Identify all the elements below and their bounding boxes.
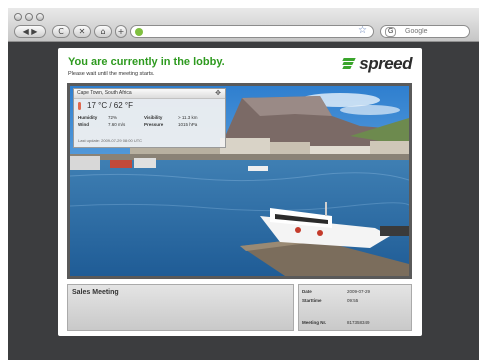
spreed-logo-text: spreed — [359, 54, 412, 73]
weather-header[interactable]: Cape Town, South Africa ✥ — [74, 89, 225, 99]
temperature-value: 17 °C / 62 °F — [87, 101, 133, 110]
weather-row: Humidity 72% Visibility > 11.3 km — [78, 114, 223, 121]
back-forward-button[interactable]: ◀ ▶ — [14, 25, 46, 38]
bookmark-star-icon[interactable]: ☆ — [358, 25, 367, 36]
wind-label: Wind — [78, 122, 89, 127]
weather-location: Cape Town, South Africa — [77, 90, 132, 96]
temperature-row: 17 °C / 62 °F — [78, 101, 133, 110]
lobby-title: You are currently in the lobby. — [68, 56, 225, 68]
browser-toolbar: ◀ ▶ C ✕ ⌂ + ☆ G — [8, 8, 479, 42]
thermometer-icon — [78, 101, 81, 110]
starttime-label: Starttime — [302, 298, 322, 303]
lobby-subtitle: Please wait until the meeting starts. — [68, 71, 155, 77]
forward-icon[interactable]: ▶ — [31, 27, 37, 36]
address-bar[interactable]: ☆ — [130, 25, 374, 38]
meeting-details-panel: Date 2009-07-29 Starttime 09:55 Meeting … — [298, 284, 412, 331]
humidity-value: 72% — [108, 115, 118, 120]
date-row: Date 2009-07-29 — [302, 289, 410, 294]
visibility-value: > 11.3 km — [178, 115, 198, 120]
pressure-value: 1015 hPa — [178, 122, 198, 127]
starttime-row: Starttime 09:55 — [302, 298, 410, 303]
reload-button[interactable]: C — [52, 25, 70, 38]
pressure-label: Pressure — [144, 122, 164, 127]
move-handle-icon[interactable]: ✥ — [215, 89, 221, 97]
visibility-label: Visibility — [144, 115, 163, 120]
weather-last-update: Last update: 2009-07-29 08:00 UTC — [78, 138, 143, 143]
site-favicon-icon — [135, 28, 143, 36]
lobby-card: You are currently in the lobby. Please w… — [58, 48, 422, 336]
meeting-name-panel: Sales Meeting — [67, 284, 294, 331]
plus-icon: + — [117, 27, 125, 36]
back-icon[interactable]: ◀ — [23, 27, 29, 36]
humidity-label: Humidity — [78, 115, 98, 120]
search-bar[interactable]: G — [380, 25, 470, 38]
spreed-logo-mark-icon — [342, 58, 357, 70]
weather-row: Wind 7.60 m/s Pressure 1015 hPa — [78, 121, 223, 128]
minimize-window-icon[interactable] — [25, 13, 33, 21]
home-icon: ⌂ — [100, 27, 106, 36]
zoom-window-icon[interactable] — [36, 13, 44, 21]
close-window-icon[interactable] — [14, 13, 22, 21]
reload-icon: C — [58, 27, 64, 36]
search-engine-icon[interactable]: G — [385, 27, 397, 37]
weather-details: Humidity 72% Visibility > 11.3 km Wind 7… — [78, 114, 223, 128]
date-label: Date — [302, 289, 312, 294]
stop-icon: ✕ — [78, 27, 86, 36]
home-button[interactable]: ⌂ — [94, 25, 112, 38]
stop-button[interactable]: ✕ — [73, 25, 91, 38]
add-bookmark-button[interactable]: + — [115, 25, 127, 38]
meeting-number-label: Meeting Nr. — [302, 320, 327, 325]
search-input[interactable] — [405, 27, 465, 36]
spreed-logo: spreed — [342, 54, 412, 74]
wind-value: 7.60 m/s — [108, 122, 126, 127]
window-controls — [14, 13, 44, 21]
weather-widget[interactable]: Cape Town, South Africa ✥ 17 °C / 62 °F … — [73, 88, 226, 148]
date-value: 2009-07-29 — [347, 289, 371, 294]
meeting-number-row: Meeting Nr. 817358349 — [302, 320, 410, 325]
meeting-number-value: 817358349 — [347, 320, 370, 325]
starttime-value: 09:55 — [347, 298, 359, 303]
meeting-name: Sales Meeting — [72, 289, 119, 296]
